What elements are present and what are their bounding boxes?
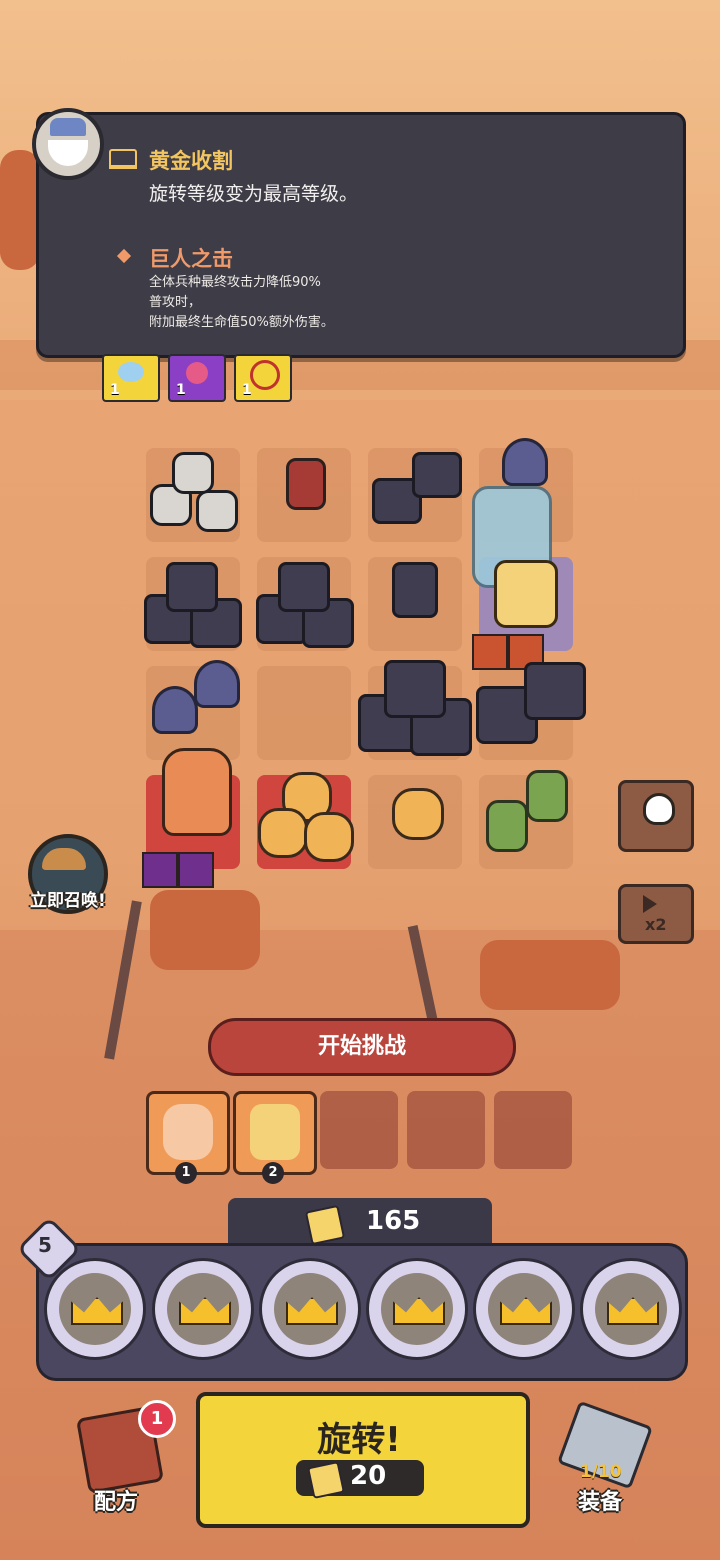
spin-ring: [44, 1258, 146, 1360]
start-challenge-button[interactable]: 开始挑战: [208, 1018, 516, 1076]
drone-unit: [392, 562, 438, 618]
slot-number: 2: [262, 1162, 284, 1184]
wings-icon: [118, 362, 144, 382]
main-skill-desc: 旋转等级变为最高等级。: [149, 183, 359, 205]
sub-skill-desc-line: 全体兵种最终攻击力降低90%: [149, 275, 321, 290]
bell-wizard-unit: [152, 686, 198, 734]
heart-amulet-icon: [186, 362, 208, 384]
buff-count: 1: [176, 382, 186, 398]
bell-wizard-unit: [502, 438, 548, 486]
hamster-unit: [258, 808, 308, 858]
buff-count: 1: [110, 382, 120, 398]
robot-unit: [172, 452, 214, 494]
recipe-notification-badge: 1: [138, 1400, 176, 1438]
spin-ring: [473, 1258, 575, 1360]
buff-card-amulet[interactable]: 1: [168, 354, 226, 402]
equipment-label[interactable]: 装备: [578, 1484, 622, 1516]
gold-count: 165: [366, 1206, 421, 1236]
spin-ring: [580, 1258, 682, 1360]
queue-slot-empty[interactable]: [407, 1091, 485, 1169]
swordsman-unit: [286, 458, 326, 510]
main-skill-title: 黄金收割: [149, 149, 233, 173]
queue-slot-filled[interactable]: 1: [146, 1091, 230, 1184]
rock: [480, 940, 620, 1010]
king-hero-portrait: [250, 1104, 300, 1160]
speed-label: x2: [645, 915, 667, 934]
grid-cell[interactable]: [257, 666, 351, 760]
recipe-label[interactable]: 配方: [94, 1484, 138, 1516]
fox-hero-unit: [162, 748, 232, 836]
scythe-equip-icon: [142, 852, 178, 888]
helmet-equip-icon: [472, 634, 508, 670]
rock: [0, 150, 40, 270]
crown-outline-icon: [109, 149, 137, 169]
buff-count: 1: [242, 382, 252, 398]
gold-bar: [228, 1198, 492, 1248]
turret-unit: [166, 562, 218, 612]
archer-unit: [526, 770, 568, 822]
rock: [150, 890, 260, 970]
queue-slot-empty[interactable]: [320, 1091, 398, 1169]
sub-skill-desc-line: 附加最终生命值50%额外伤害。: [149, 315, 334, 330]
equipment-count: 1/10: [580, 1462, 622, 1482]
buff-card-target[interactable]: 1: [234, 354, 292, 402]
crystal-heart-equip-icon: [178, 852, 214, 888]
hamster-unit: [392, 788, 444, 840]
gold-coin-icon: [304, 1204, 346, 1246]
turret-unit: [278, 562, 330, 612]
gold-coin-icon: [307, 1461, 345, 1499]
spin-cost: 20: [350, 1461, 387, 1491]
king-unit: [494, 560, 558, 628]
queue-slot-filled[interactable]: 2: [233, 1091, 317, 1184]
sub-skill-title: 巨人之击: [149, 247, 233, 271]
robot-unit: [196, 490, 238, 532]
heavy-tank-unit: [524, 662, 586, 720]
queue-slot-empty[interactable]: [494, 1091, 572, 1169]
speed-button[interactable]: x2: [618, 884, 694, 944]
fast-forward-icon: [643, 895, 657, 913]
target-icon: [250, 360, 280, 390]
advisor-avatar: [32, 108, 104, 180]
fox-hero-portrait: [163, 1104, 213, 1160]
skull-pin-icon: [643, 793, 675, 825]
turret-unit: [412, 452, 462, 498]
bell-wizard-unit: [194, 660, 240, 708]
slot-number: 1: [175, 1162, 197, 1184]
skill-tooltip: 黄金收割 旋转等级变为最高等级。 巨人之击 全体兵种最终攻击力降低90% 普攻时…: [36, 112, 686, 358]
diamond-bullet-icon: [116, 248, 132, 264]
hat-icon: [42, 848, 86, 870]
buff-card-wings[interactable]: 1: [102, 354, 160, 402]
summon-label: 立即召唤!: [30, 891, 106, 911]
hamster-unit: [304, 812, 354, 862]
spin-ring: [366, 1258, 468, 1360]
spin-level: 5: [38, 1233, 52, 1257]
archer-unit: [486, 800, 528, 852]
sub-skill-desc-line: 普攻时，: [149, 295, 202, 310]
spin-label: 旋转!: [317, 1420, 401, 1460]
heavy-tank-unit: [384, 660, 446, 718]
map-button[interactable]: [618, 780, 694, 852]
spin-ring: [259, 1258, 361, 1360]
spin-ring: [152, 1258, 254, 1360]
